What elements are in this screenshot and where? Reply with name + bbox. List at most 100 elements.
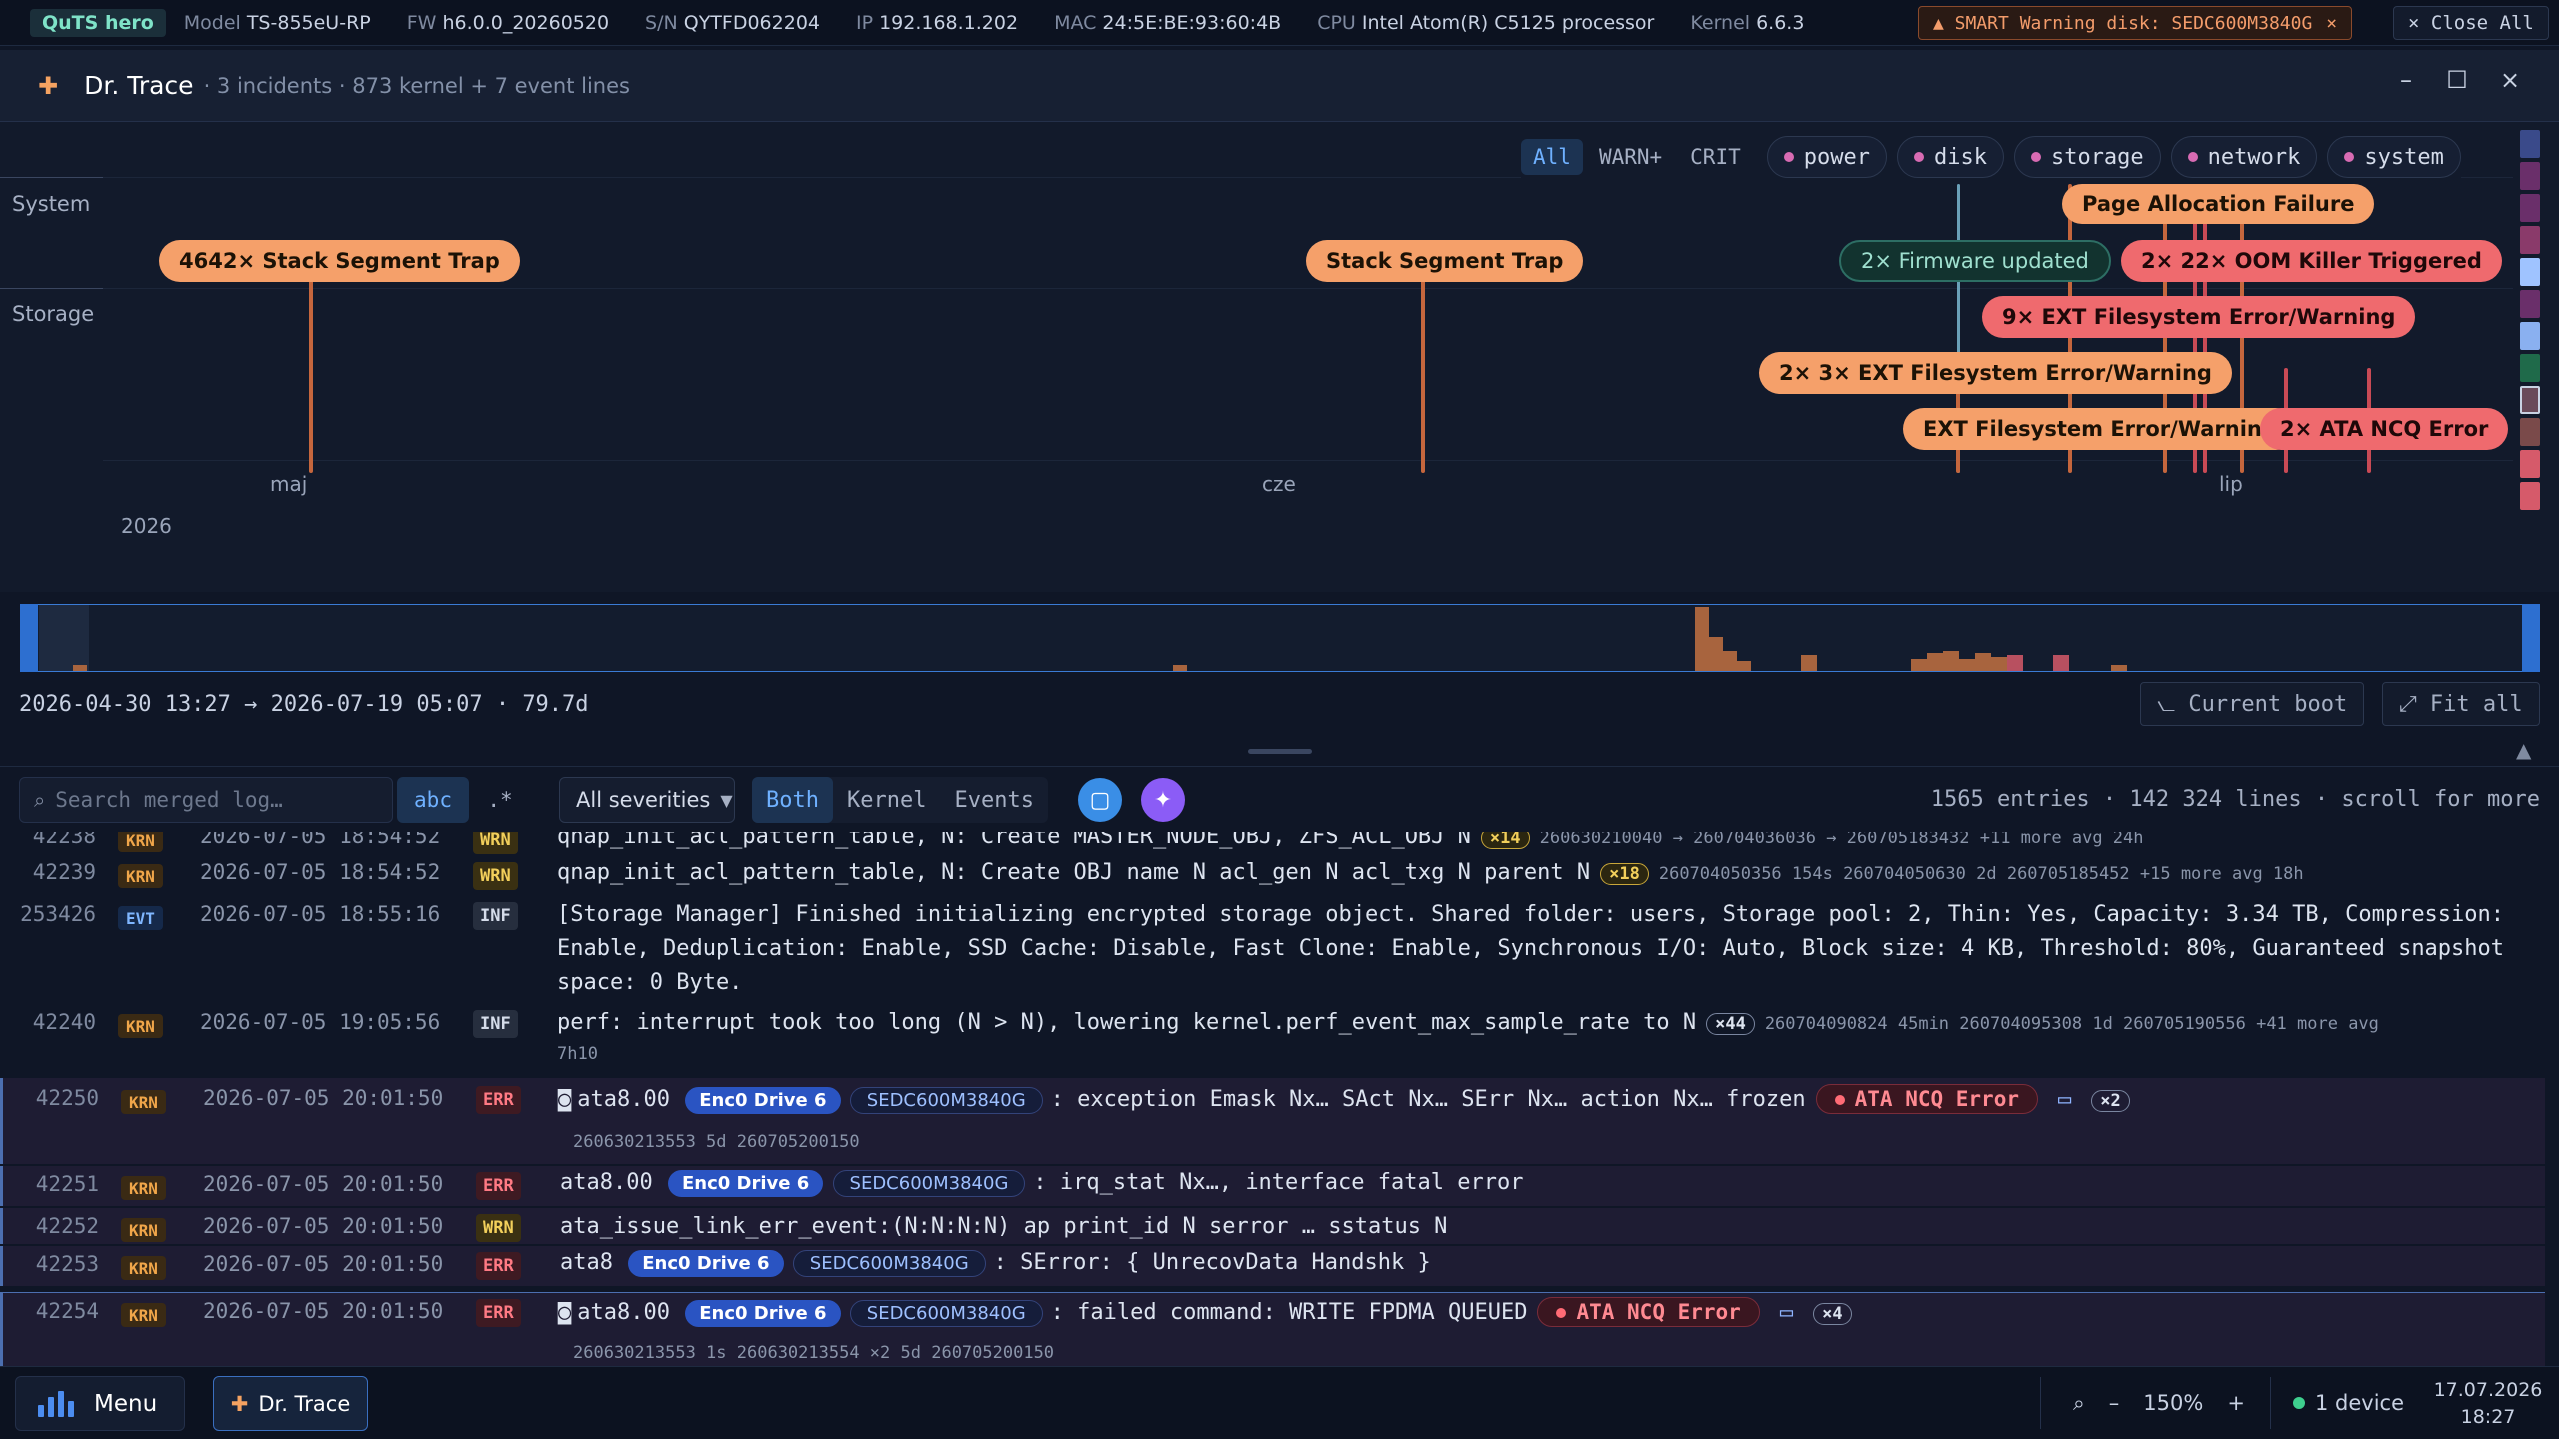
close-icon[interactable]: × (2326, 13, 2337, 34)
log-row[interactable]: 42251 KRN 2026-07-05 20:01:50 ERR ata8.0… (0, 1166, 2545, 1206)
close-window-icon[interactable]: × (2490, 66, 2530, 94)
strip-segment (2520, 418, 2540, 446)
log-row[interactable]: 42239 KRN 2026-07-05 18:54:52 WRN qnap_i… (0, 860, 2545, 890)
clock-date: 17.07.2026 (2433, 1379, 2543, 1401)
filter-crit[interactable]: CRIT (1678, 139, 1753, 175)
log-row[interactable]: 42238 KRN 2026-07-05 18:54:52 WRN qnap_i… (0, 832, 2545, 854)
serial-info: S/N QYTFD062204 (645, 11, 820, 34)
minimap-bar (1927, 653, 1943, 671)
drive-badge[interactable]: Enc0 Drive 6 (685, 1087, 841, 1114)
search-input[interactable] (55, 788, 376, 812)
log-row[interactable]: 42253 KRN 2026-07-05 20:01:50 ERR ata8 E… (0, 1246, 2545, 1286)
minimap-bar (1801, 655, 1817, 671)
minimap-bar (2111, 665, 2127, 671)
current-boot-button[interactable]: ⦦ Current boot (2140, 682, 2365, 726)
log-row[interactable]: 42250 KRN 2026-07-05 20:01:50 ERR ◙ ata8.… (0, 1078, 2545, 1164)
book-icon[interactable]: ▭ (1780, 1300, 1793, 1325)
cpu-info: CPU Intel Atom(R) C5125 processor (1317, 11, 1655, 34)
category-chip-network[interactable]: network (2170, 136, 2318, 178)
incident-stem (1421, 279, 1425, 473)
month-label: lip (2219, 472, 2243, 496)
source-kernel[interactable]: Kernel (833, 777, 940, 823)
serial-badge[interactable]: SEDC600M3840G (832, 1170, 1026, 1197)
minimap-selection[interactable] (39, 605, 89, 671)
sparkle-icon[interactable]: ✦ (1141, 778, 1185, 822)
minimap-bar (1975, 653, 1991, 671)
serial-badge[interactable]: SEDC600M3840G (792, 1250, 986, 1277)
chart-bars-icon (38, 1390, 78, 1417)
incident-pill[interactable]: 2× Firmware updated (1839, 240, 2111, 282)
incident-pill[interactable]: 2× 22× OOM Killer Triggered (2121, 240, 2502, 282)
menu-button[interactable]: Menu (15, 1376, 185, 1431)
zoom-out-button[interactable]: – (2109, 1391, 2120, 1415)
category-chip-system[interactable]: system (2327, 136, 2461, 178)
source-both[interactable]: Both (752, 777, 833, 823)
drive-badge[interactable]: Enc0 Drive 6 (667, 1170, 824, 1197)
case-sensitive-toggle[interactable]: abc (397, 777, 469, 823)
fit-all-button[interactable]: ⤢ Fit all (2382, 682, 2540, 726)
taskbar-app-dr-trace[interactable]: ✚ Dr. Trace (213, 1376, 368, 1431)
filter-warn-plus[interactable]: WARN+ (1587, 139, 1674, 175)
filter-all[interactable]: All (1521, 139, 1583, 175)
incident-pill[interactable]: Page Allocation Failure (2062, 184, 2375, 224)
log-row[interactable]: 42240 KRN 2026-07-05 19:05:56 INF perf: … (0, 1008, 2545, 1070)
minimap-bar (1737, 661, 1751, 671)
smart-warning-text: ▲ SMART Warning disk: SEDC600M3840G (1933, 12, 2313, 34)
incident-pill[interactable]: 9× EXT Filesystem Error/Warning (1982, 296, 2416, 338)
incident-timeline[interactable]: System Storage maj cze lip 2026 4642× St… (0, 122, 2559, 592)
grid-line (103, 460, 2513, 461)
minimap-right-handle[interactable] (2522, 604, 2540, 672)
log-row[interactable]: 42254 KRN 2026-07-05 20:01:50 ERR ◙ ata8.… (0, 1292, 2545, 1366)
category-scroll-strip[interactable] (2520, 130, 2546, 514)
minimap-bar (1911, 659, 1927, 671)
severity-select[interactable]: All severities ▼ (559, 777, 735, 823)
serial-badge[interactable]: SEDC600M3840G (849, 1087, 1043, 1114)
incident-pill[interactable]: 2× 3× EXT Filesystem Error/Warning (1759, 352, 2232, 394)
merged-log-list[interactable]: 42238 KRN 2026-07-05 18:54:52 WRN qnap_i… (0, 832, 2559, 1366)
source-events[interactable]: Events (940, 777, 1047, 823)
close-all-button[interactable]: × Close All (2393, 6, 2549, 40)
window-subtitle: · 3 incidents · 873 kernel + 7 event lin… (203, 73, 630, 98)
maximize-icon[interactable]: ☐ (2437, 66, 2477, 94)
strip-segment (2520, 290, 2540, 318)
incident-pill[interactable]: EXT Filesystem Error/Warning (1903, 408, 2297, 450)
log-toolbar: ⌕ abc .* All severities ▼ Both Kernel Ev… (0, 766, 2559, 830)
category-chip-storage[interactable]: storage (2013, 136, 2161, 178)
regex-toggle[interactable]: .* (474, 777, 526, 823)
minimap-left-handle[interactable] (20, 604, 38, 672)
stop-icon[interactable]: ▢ (1078, 778, 1122, 822)
panel-resize-handle[interactable] (1248, 749, 1312, 754)
zoom-control: ⌕ – 150% + (2040, 1377, 2257, 1429)
timeline-minimap[interactable] (20, 604, 2540, 672)
incident-tag[interactable]: ATA NCQ Error (1537, 1297, 1760, 1327)
strip-segment (2520, 482, 2540, 510)
zoom-icon: ⌕ (2073, 1390, 2085, 1415)
log-row[interactable]: 42252 KRN 2026-07-05 20:01:50 WRN ata_is… (0, 1208, 2545, 1244)
zoom-in-button[interactable]: + (2227, 1391, 2245, 1415)
collapse-icon[interactable]: ▲ (2516, 738, 2531, 762)
device-status[interactable]: 1 device (2270, 1377, 2404, 1429)
smart-warning-banner[interactable]: ▲ SMART Warning disk: SEDC600M3840G × (1918, 6, 2353, 40)
book-icon[interactable]: ▭ (2058, 1087, 2071, 1112)
log-row[interactable]: 253426 EVT 2026-07-05 18:55:16 INF [Stor… (0, 900, 2545, 1004)
category-chip-disk[interactable]: disk (1896, 136, 2004, 178)
dot-icon (2344, 152, 2355, 162)
dot-icon (1834, 1095, 1845, 1105)
category-chip-power[interactable]: power (1766, 136, 1887, 178)
lane-label-storage: Storage (12, 302, 95, 326)
search-box[interactable]: ⌕ (19, 777, 393, 823)
incident-pill[interactable]: 4642× Stack Segment Trap (159, 240, 520, 282)
strip-segment (2520, 130, 2540, 158)
ip-info: IP 192.168.1.202 (856, 11, 1019, 34)
drive-badge[interactable]: Enc0 Drive 6 (628, 1250, 784, 1277)
serial-badge[interactable]: SEDC600M3840G (849, 1300, 1043, 1327)
clock-time: 18:27 (2460, 1406, 2516, 1428)
incident-pill[interactable]: Stack Segment Trap (1306, 240, 1584, 282)
incident-tag[interactable]: ATA NCQ Error (1815, 1084, 2038, 1114)
drive-badge[interactable]: Enc0 Drive 6 (685, 1300, 841, 1327)
year-label: 2026 (121, 514, 172, 538)
doctor-icon: ✚ (230, 1391, 249, 1416)
firmware-info: FW h6.0.0_20260520 (406, 11, 610, 34)
incident-pill[interactable]: 2× ATA NCQ Error (2260, 408, 2509, 450)
minimize-icon[interactable]: – (2386, 66, 2426, 94)
